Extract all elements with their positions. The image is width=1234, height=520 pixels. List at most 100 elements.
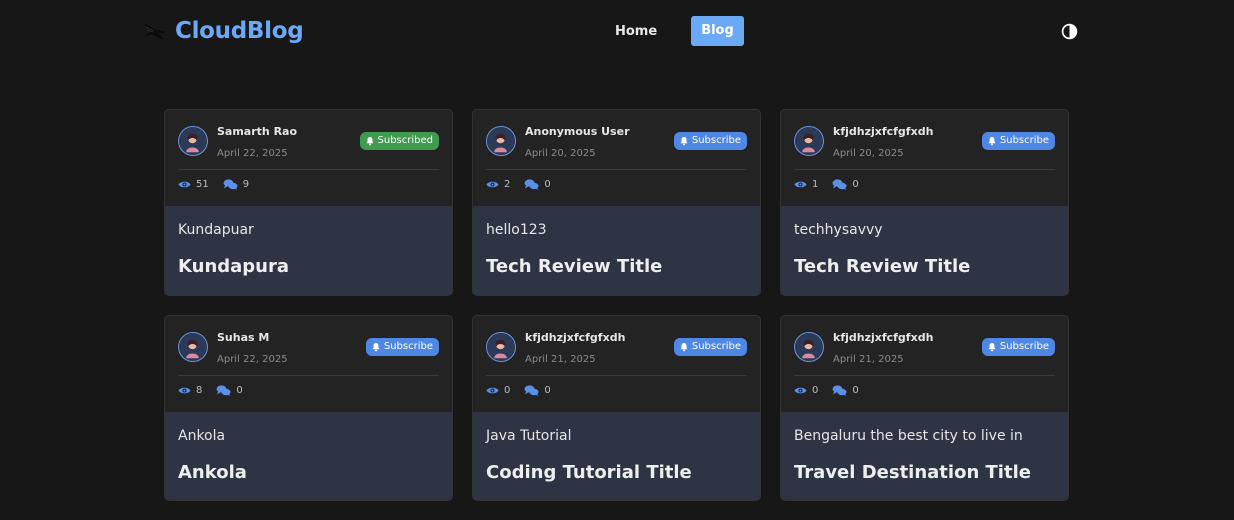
post-date: April 22, 2025: [217, 354, 288, 365]
post-card[interactable]: Suhas M April 22, 2025 Subscribe 8 0 Ank…: [164, 315, 453, 501]
avatar-icon: [487, 333, 514, 360]
post-title[interactable]: Tech Review Title: [794, 256, 970, 277]
subscribe-label: Subscribed: [377, 135, 433, 146]
post-title[interactable]: Travel Destination Title: [794, 462, 1031, 483]
theme-toggle-icon[interactable]: [1061, 23, 1078, 40]
subscribe-button[interactable]: Subscribe: [981, 338, 1055, 356]
subscribe-label: Subscribe: [383, 341, 433, 352]
eye-icon: [486, 387, 499, 394]
subscribe-button[interactable]: Subscribed: [359, 132, 439, 150]
divider: [486, 375, 747, 376]
comments-icon: [223, 179, 238, 190]
post-card-body[interactable]: Kundapuar Kundapura: [165, 206, 452, 295]
bell-icon: [372, 343, 380, 352]
eye-icon: [794, 387, 807, 394]
subscribe-button[interactable]: Subscribe: [673, 338, 747, 356]
post-card-body[interactable]: hello123 Tech Review Title: [473, 206, 760, 295]
post-subtitle: Java Tutorial: [486, 428, 572, 444]
divider: [178, 169, 439, 170]
post-title[interactable]: Tech Review Title: [486, 256, 662, 277]
post-card[interactable]: kfjdhzjxfcfgfxdh April 20, 2025 Subscrib…: [780, 109, 1069, 296]
post-card-header: Samarth Rao April 22, 2025 Subscribed 51…: [165, 110, 452, 206]
post-date: April 22, 2025: [217, 148, 288, 159]
post-author[interactable]: kfjdhzjxfcfgfxdh: [525, 331, 625, 344]
comments-stat: 0: [832, 385, 859, 396]
post-author[interactable]: Suhas M: [217, 331, 269, 344]
bird-logo-icon: [144, 23, 166, 40]
brand-name: CloudBlog: [175, 18, 304, 44]
avatar-icon: [487, 127, 514, 154]
subscribe-label: Subscribe: [691, 341, 741, 352]
subscribe-button[interactable]: Subscribe: [673, 132, 747, 150]
avatar-icon: [179, 333, 206, 360]
posts-grid: Samarth Rao April 22, 2025 Subscribed 51…: [164, 109, 1069, 501]
comments-icon: [524, 179, 539, 190]
post-card-body[interactable]: Java Tutorial Coding Tutorial Title: [473, 412, 760, 500]
avatar[interactable]: [178, 126, 208, 156]
avatar-icon: [179, 127, 206, 154]
post-author[interactable]: Anonymous User: [525, 125, 630, 138]
comments-stat: 9: [223, 179, 249, 190]
comments-icon: [832, 179, 847, 190]
comments-count: 0: [544, 179, 551, 190]
post-title[interactable]: Kundapura: [178, 256, 289, 277]
avatar[interactable]: [486, 126, 516, 156]
views-stat: 51: [178, 179, 209, 190]
subscribe-label: Subscribe: [999, 341, 1049, 352]
post-stats: 2 0: [486, 179, 565, 190]
bell-icon: [680, 137, 688, 146]
post-date: April 21, 2025: [833, 354, 904, 365]
eye-icon: [486, 181, 499, 188]
views-count: 0: [504, 385, 511, 396]
subscribe-label: Subscribe: [691, 135, 741, 146]
post-title[interactable]: Coding Tutorial Title: [486, 462, 692, 483]
post-card-body[interactable]: Ankola Ankola: [165, 412, 452, 500]
bell-icon: [366, 137, 374, 146]
subscribe-button[interactable]: Subscribe: [365, 338, 439, 356]
post-author[interactable]: kfjdhzjxfcfgfxdh: [833, 125, 933, 138]
post-card[interactable]: kfjdhzjxfcfgfxdh April 21, 2025 Subscrib…: [472, 315, 761, 501]
avatar-icon: [795, 127, 822, 154]
subscribe-button[interactable]: Subscribe: [981, 132, 1055, 150]
avatar[interactable]: [178, 332, 208, 362]
divider: [486, 169, 747, 170]
post-card-body[interactable]: Bengaluru the best city to live in Trave…: [781, 412, 1068, 500]
avatar-icon: [795, 333, 822, 360]
post-date: April 20, 2025: [833, 148, 904, 159]
comments-icon: [524, 385, 539, 396]
bell-icon: [680, 343, 688, 352]
comments-icon: [832, 385, 847, 396]
comments-stat: 0: [832, 179, 859, 190]
post-card[interactable]: Samarth Rao April 22, 2025 Subscribed 51…: [164, 109, 453, 296]
comments-icon: [216, 385, 231, 396]
comments-count: 0: [852, 179, 859, 190]
post-card-header: kfjdhzjxfcfgfxdh April 21, 2025 Subscrib…: [781, 316, 1068, 412]
nav-blog-link[interactable]: Blog: [691, 16, 744, 46]
avatar[interactable]: [794, 126, 824, 156]
post-date: April 21, 2025: [525, 354, 596, 365]
views-stat: 1: [794, 179, 818, 190]
avatar[interactable]: [794, 332, 824, 362]
bell-icon: [988, 343, 996, 352]
post-author[interactable]: Samarth Rao: [217, 125, 297, 138]
views-count: 8: [196, 385, 203, 396]
eye-icon: [178, 181, 191, 188]
views-count: 0: [812, 385, 819, 396]
post-author[interactable]: kfjdhzjxfcfgfxdh: [833, 331, 933, 344]
subscribe-label: Subscribe: [999, 135, 1049, 146]
comments-count: 9: [242, 179, 250, 190]
post-title[interactable]: Ankola: [178, 462, 247, 483]
post-stats: 51 9: [178, 179, 263, 190]
nav-home-link[interactable]: Home: [603, 17, 669, 47]
avatar[interactable]: [486, 332, 516, 362]
views-stat: 8: [178, 385, 202, 396]
divider: [178, 375, 439, 376]
post-card[interactable]: Anonymous User April 20, 2025 Subscribe: [472, 109, 761, 296]
post-date: April 20, 2025: [525, 148, 596, 159]
brand[interactable]: CloudBlog: [143, 18, 304, 44]
views-count: 1: [812, 179, 819, 190]
post-card-body[interactable]: techhysavvy Tech Review Title: [781, 206, 1068, 295]
post-subtitle: hello123: [486, 222, 547, 238]
post-card[interactable]: kfjdhzjxfcfgfxdh April 21, 2025 Subscrib…: [780, 315, 1069, 501]
post-stats: 0 0: [486, 385, 565, 396]
